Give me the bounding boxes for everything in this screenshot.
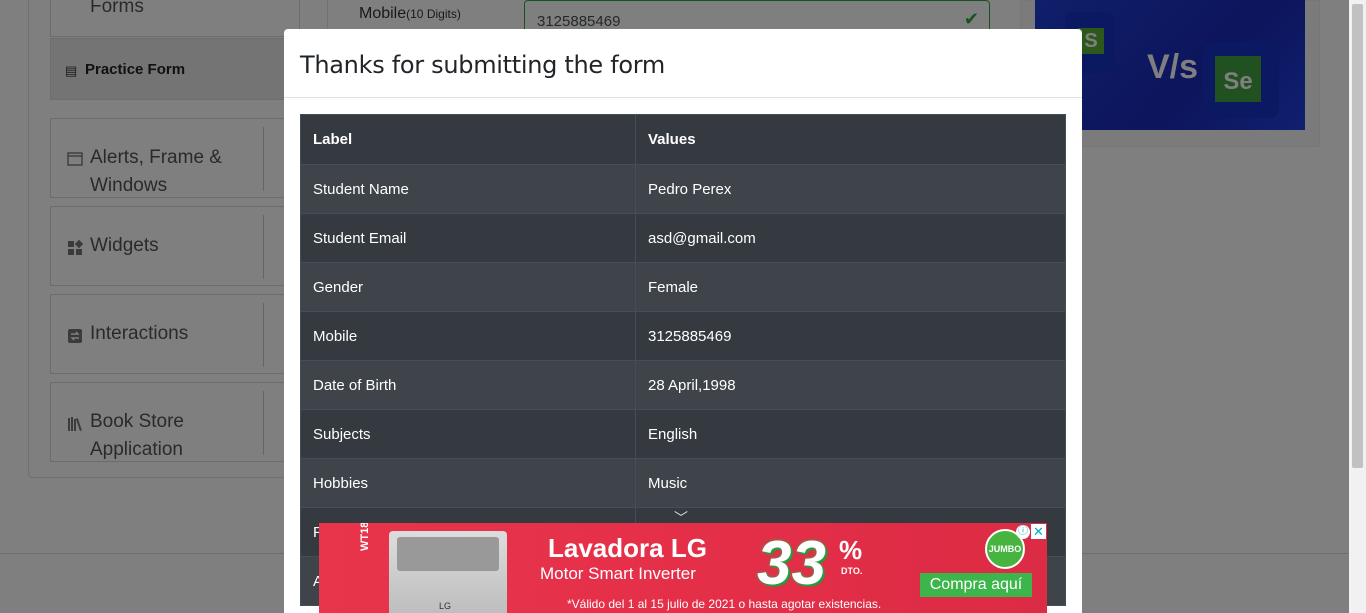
ad-info-icon[interactable]: ⓘ (1016, 525, 1030, 539)
table-header-row: Label Values (300, 114, 1066, 165)
close-icon[interactable]: ✕ (1031, 524, 1046, 539)
row-label: Student Name (300, 164, 636, 214)
table-row: Mobile 3125885469 (300, 311, 1066, 361)
modal-title: Thanks for submitting the form (300, 51, 665, 79)
table-row: Date of Birth 28 April,1998 (300, 360, 1066, 410)
ad-percent-sign: % (839, 535, 863, 565)
row-label: Mobile (300, 311, 636, 361)
row-label: Hobbies (300, 458, 636, 508)
modal-header: Thanks for submitting the form (284, 29, 1082, 98)
row-label: Student Email (300, 213, 636, 263)
ad-disclaimer: *Válido del 1 al 15 julio de 2021 o hast… (567, 597, 882, 611)
scrollbar-thumb[interactable] (1352, 4, 1363, 468)
column-header-values: Values (635, 114, 1066, 165)
row-label: Date of Birth (300, 360, 636, 410)
row-value: Pedro Perex (635, 164, 1066, 214)
row-value: 28 April,1998 (635, 360, 1066, 410)
row-value: English (635, 409, 1066, 459)
washer-brand: LG (439, 601, 452, 611)
row-value: Female (635, 262, 1066, 312)
row-value: asd@gmail.com (635, 213, 1066, 263)
ad-model-number: WT18DSBP (359, 523, 371, 551)
page-scrollbar[interactable] (1349, 0, 1366, 613)
table-row: Subjects English (300, 409, 1066, 459)
table-row: Hobbies Music (300, 458, 1066, 508)
table-row: Student Email asd@gmail.com (300, 213, 1066, 263)
row-value: Music (635, 458, 1066, 508)
table-row: Gender Female (300, 262, 1066, 312)
table-row: Student Name Pedro Perex (300, 164, 1066, 214)
column-header-label: Label (300, 114, 636, 165)
ad-discount: 33 (757, 529, 826, 598)
row-label: Gender (300, 262, 636, 312)
ad-subtitle: Motor Smart Inverter (540, 564, 696, 583)
advertisement-banner[interactable]: WT18DSBP LG Lavadora LG Motor Smart Inve… (319, 523, 1047, 613)
washer-lid (397, 537, 499, 571)
ad-title: Lavadora LG (548, 533, 707, 563)
row-value: 3125885469 (635, 311, 1066, 361)
ad-discount-suffix: DTO. (841, 566, 863, 576)
ad-cta-button[interactable]: Compra aquí (920, 573, 1032, 597)
row-label: Subjects (300, 409, 636, 459)
washing-machine-image: LG (389, 531, 507, 613)
